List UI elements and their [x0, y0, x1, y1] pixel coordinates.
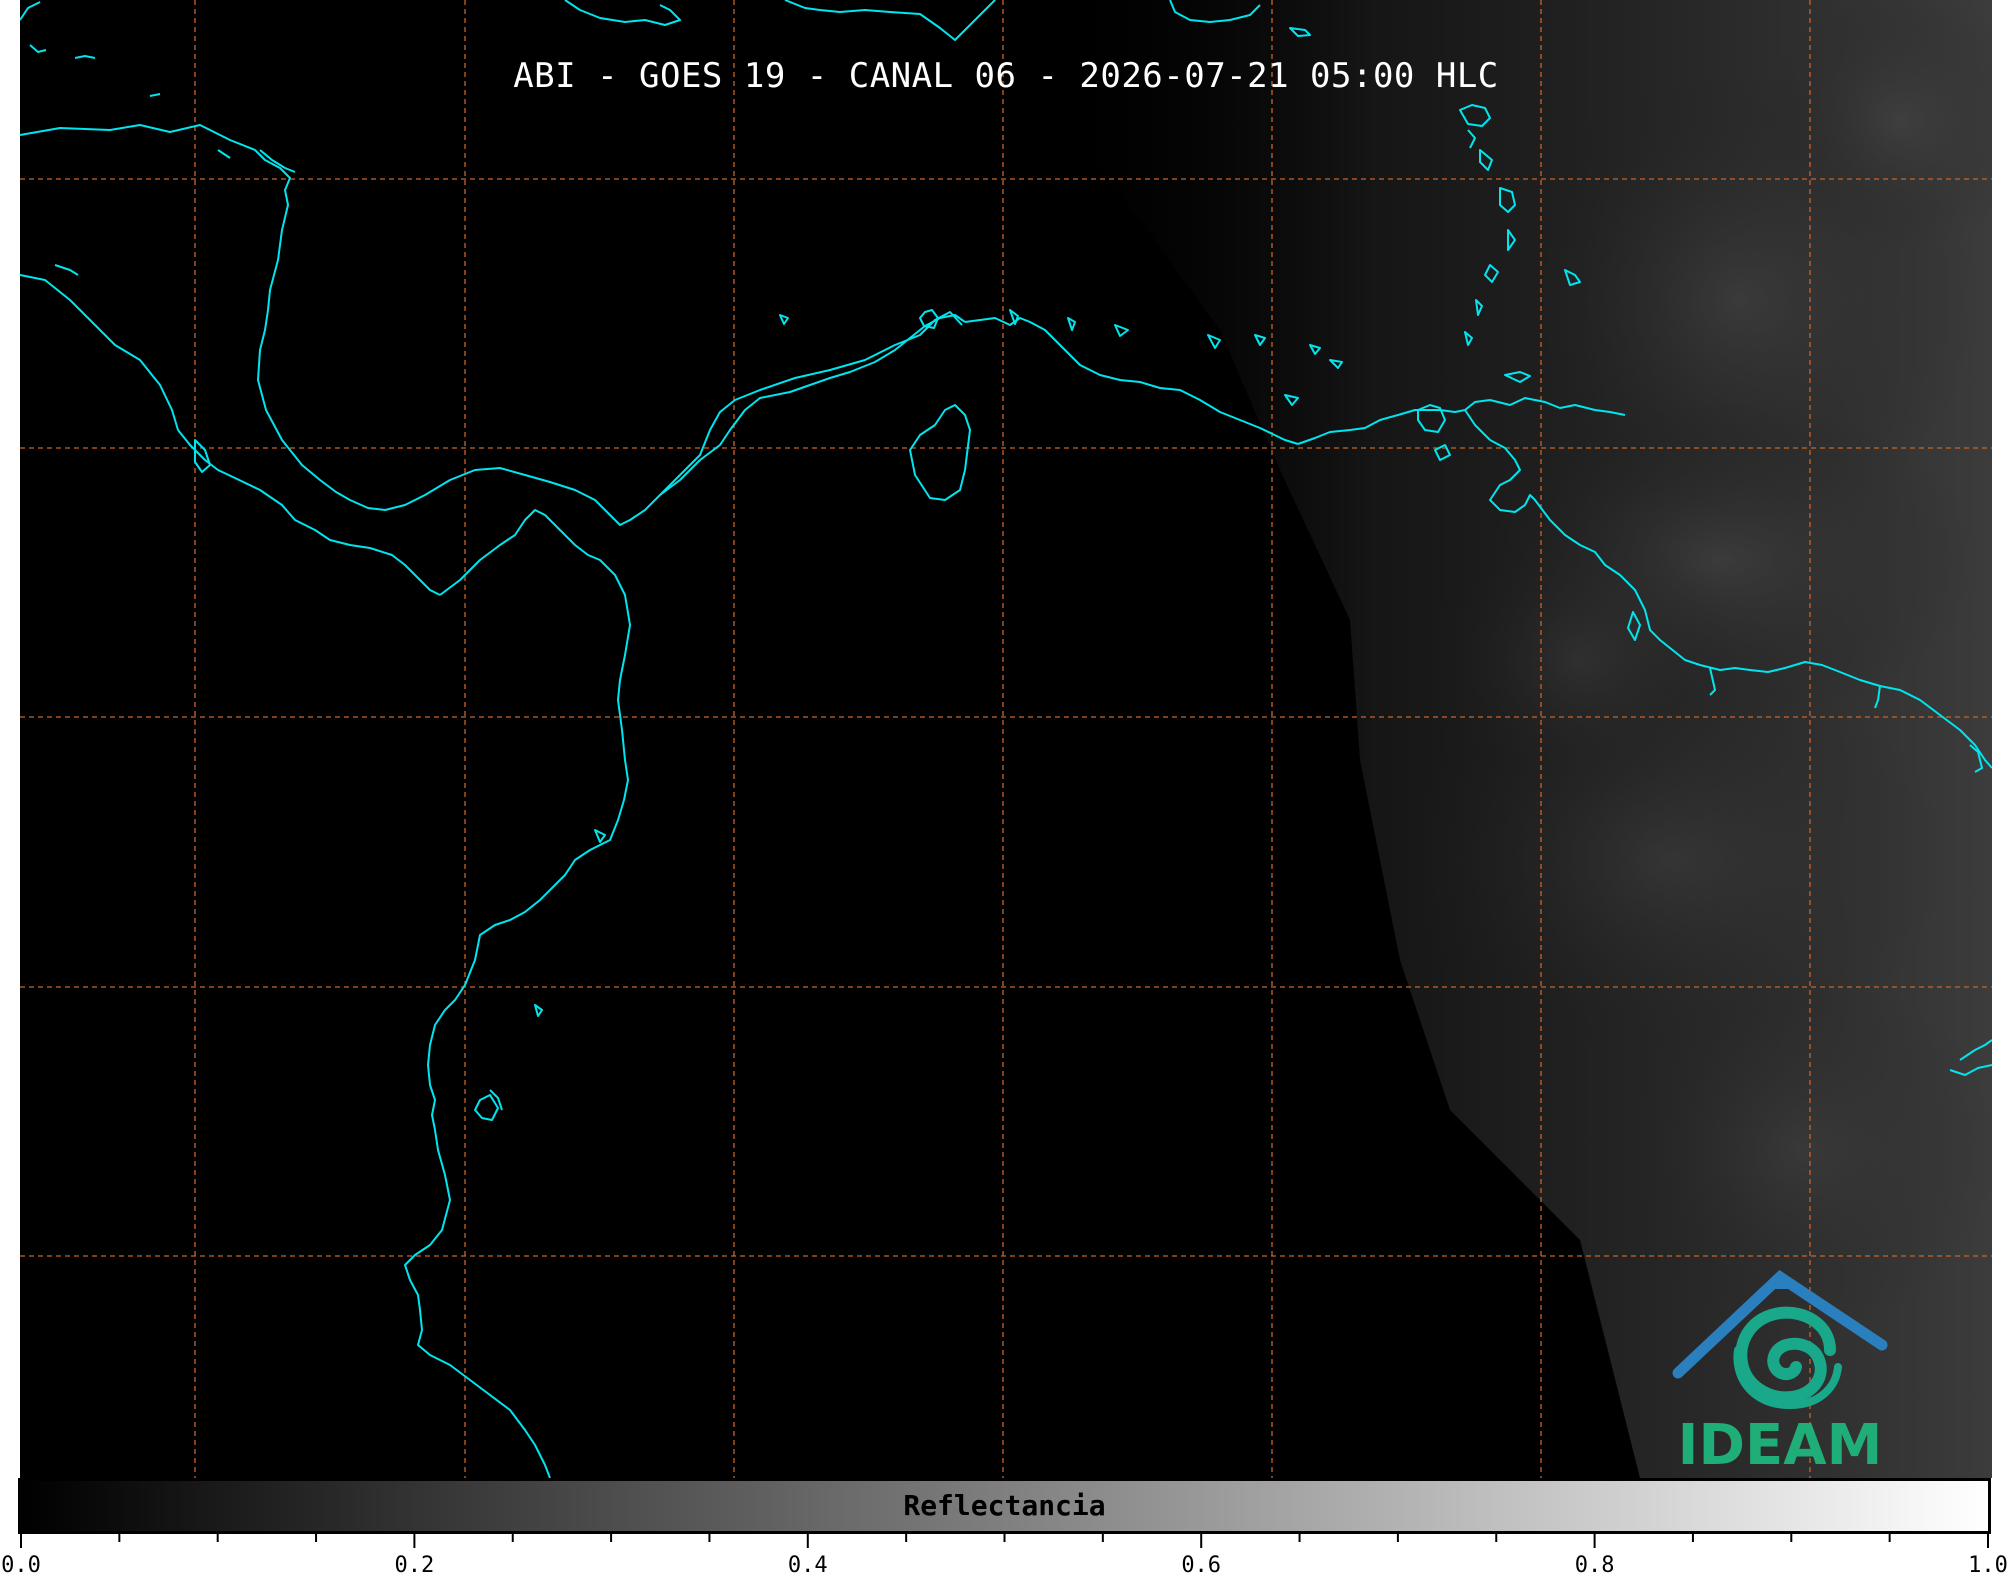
colorbar-tick-label: 0.2: [394, 1553, 435, 1577]
ideam-logo-text: IDEAM: [1677, 1413, 1883, 1478]
colorbar-tick-label: 0.4: [787, 1553, 828, 1577]
colorbar: Reflectancia: [18, 1478, 1991, 1534]
colorbar-tick-label: 1.0: [1968, 1553, 2008, 1577]
colorbar-label: Reflectancia: [903, 1489, 1106, 1522]
colorbar-tick-label: 0.8: [1574, 1553, 1615, 1577]
colorbar-tick-label: 0.6: [1181, 1553, 1222, 1577]
map-panel: ABI - GOES 19 - CANAL 06 - 2026-07-21 05…: [20, 0, 1992, 1478]
map-title: ABI - GOES 19 - CANAL 06 - 2026-07-21 05…: [513, 56, 1499, 96]
ideam-logo: IDEAM: [1660, 1255, 1900, 1478]
colorbar-tick-label: 0.0: [1, 1553, 41, 1577]
colorbar-ticks: [20, 1534, 1989, 1548]
ideam-logo-mark: [1672, 1269, 1888, 1410]
satellite-figure: ABI - GOES 19 - CANAL 06 - 2026-07-21 05…: [0, 0, 2011, 1577]
